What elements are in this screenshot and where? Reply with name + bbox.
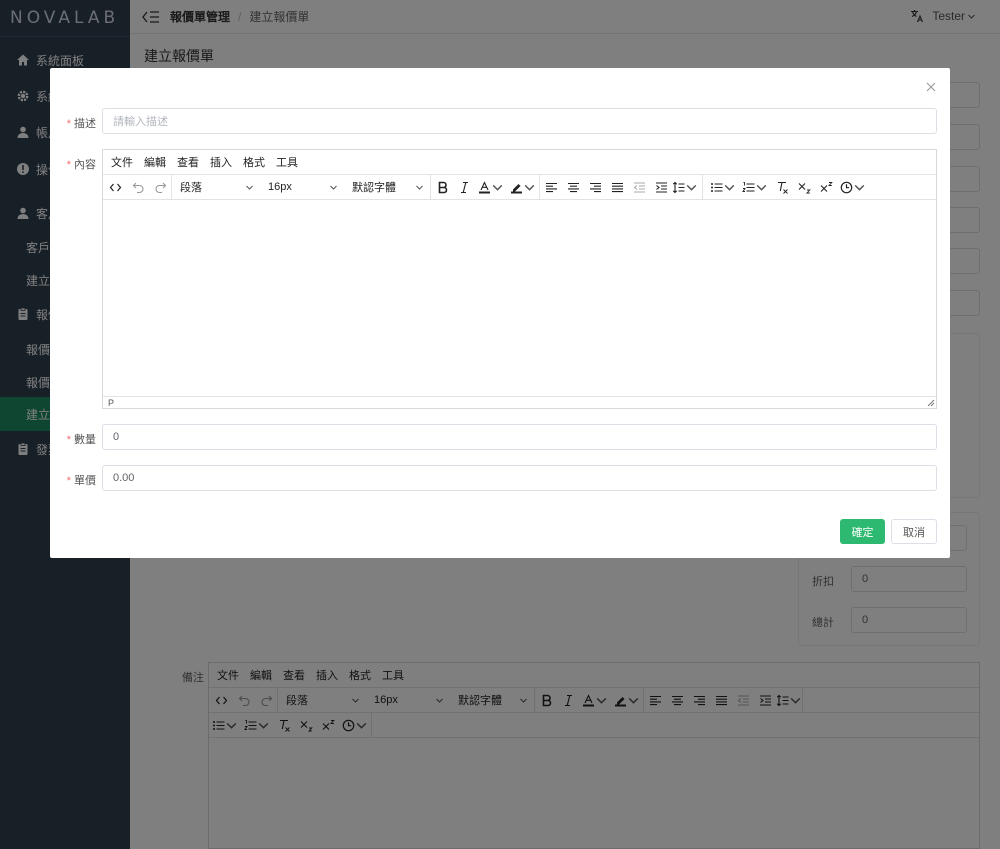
content-editor[interactable]: 文件 編輯 查看 插入 格式 工具 段落 16px 默認字體 P (102, 149, 937, 409)
toolbar-separator (702, 174, 703, 200)
chevron-down-icon (416, 185, 423, 190)
quantity-input[interactable]: 0 (102, 424, 937, 450)
chevron-down-icon (524, 184, 535, 191)
clear-format-icon (777, 181, 788, 194)
align-left-button[interactable] (540, 175, 562, 200)
align-right-icon (589, 182, 601, 192)
indent-button[interactable] (650, 175, 672, 200)
menu-insert[interactable]: 插入 (210, 154, 232, 170)
chevron-down-icon (686, 184, 697, 191)
resize-handle-icon[interactable] (927, 399, 935, 407)
chevron-down-icon (492, 184, 503, 191)
description-label: * 描述 (66, 118, 96, 130)
outdent-icon (633, 181, 645, 193)
indent-icon (655, 181, 667, 193)
close-icon[interactable] (926, 82, 936, 92)
bullet-list-button[interactable] (707, 175, 739, 200)
block-format-dropdown[interactable]: 段落 (172, 175, 260, 200)
superscript-button[interactable] (815, 175, 837, 200)
content-label: * 內容 (66, 159, 96, 171)
editor-toolbar: 段落 16px 默認字體 (103, 174, 936, 200)
menu-edit[interactable]: 編輯 (144, 154, 166, 170)
clear-format-button[interactable] (771, 175, 793, 200)
chevron-down-icon (756, 184, 767, 191)
bold-icon (438, 181, 447, 193)
italic-icon (460, 181, 468, 193)
unit-price-input[interactable]: 0.00 (102, 465, 937, 491)
text-color-icon (479, 180, 490, 193)
align-center-button[interactable] (562, 175, 584, 200)
justify-button[interactable] (606, 175, 628, 200)
chevron-down-icon (854, 184, 865, 191)
chevron-down-icon (724, 184, 735, 191)
menu-format[interactable]: 格式 (243, 154, 265, 170)
font-size-value: 16px (268, 181, 292, 193)
insert-datetime-button[interactable] (837, 175, 869, 200)
element-path: P (108, 398, 115, 408)
menu-view[interactable]: 查看 (177, 154, 199, 170)
code-icon (109, 183, 121, 191)
redo-button[interactable] (149, 175, 171, 200)
editor-statusbar: P (103, 397, 936, 409)
numbered-list-button[interactable] (739, 175, 771, 200)
editor-menubar: 文件 編輯 查看 插入 格式 工具 (103, 150, 936, 175)
quantity-label: * 數量 (66, 434, 96, 446)
highlighter-icon (511, 183, 522, 193)
chevron-down-icon (330, 185, 337, 190)
undo-button[interactable] (127, 175, 149, 200)
cancel-button[interactable]: 取消 (891, 519, 937, 544)
line-height-icon (672, 181, 685, 193)
editor-content-area[interactable] (103, 200, 936, 397)
subscript-icon (798, 182, 811, 193)
menu-tools[interactable]: 工具 (276, 154, 298, 170)
font-family-value: 默認字體 (352, 182, 396, 194)
align-justify-icon (611, 182, 623, 192)
text-color-button[interactable] (475, 175, 507, 200)
chevron-down-icon (246, 185, 253, 190)
undo-icon (132, 182, 144, 193)
italic-button[interactable] (453, 175, 475, 200)
confirm-button[interactable]: 確定 (840, 519, 885, 544)
outdent-button[interactable] (628, 175, 650, 200)
source-code-button[interactable] (103, 175, 127, 200)
font-family-dropdown[interactable]: 默認字體 (344, 175, 430, 200)
line-height-button[interactable] (672, 175, 698, 200)
clock-icon (840, 181, 853, 193)
block-format-value: 段落 (180, 182, 202, 194)
align-right-button[interactable] (584, 175, 606, 200)
menu-file[interactable]: 文件 (111, 154, 133, 170)
highlight-color-button[interactable] (507, 175, 539, 200)
unit-price-label: * 單價 (66, 475, 96, 487)
superscript-icon (820, 181, 833, 192)
numbered-list-icon (742, 181, 755, 192)
add-item-dialog: * 描述 請輸入描述 * 內容 文件 編輯 查看 插入 格式 工具 段落 16px … (50, 68, 950, 558)
subscript-button[interactable] (793, 175, 815, 200)
align-left-icon (545, 182, 557, 192)
align-center-icon (567, 182, 579, 192)
font-size-dropdown[interactable]: 16px (260, 175, 344, 200)
redo-icon (154, 182, 166, 193)
description-input[interactable]: 請輸入描述 (102, 108, 937, 134)
bullet-list-icon (711, 182, 723, 192)
bold-button[interactable] (431, 175, 453, 200)
